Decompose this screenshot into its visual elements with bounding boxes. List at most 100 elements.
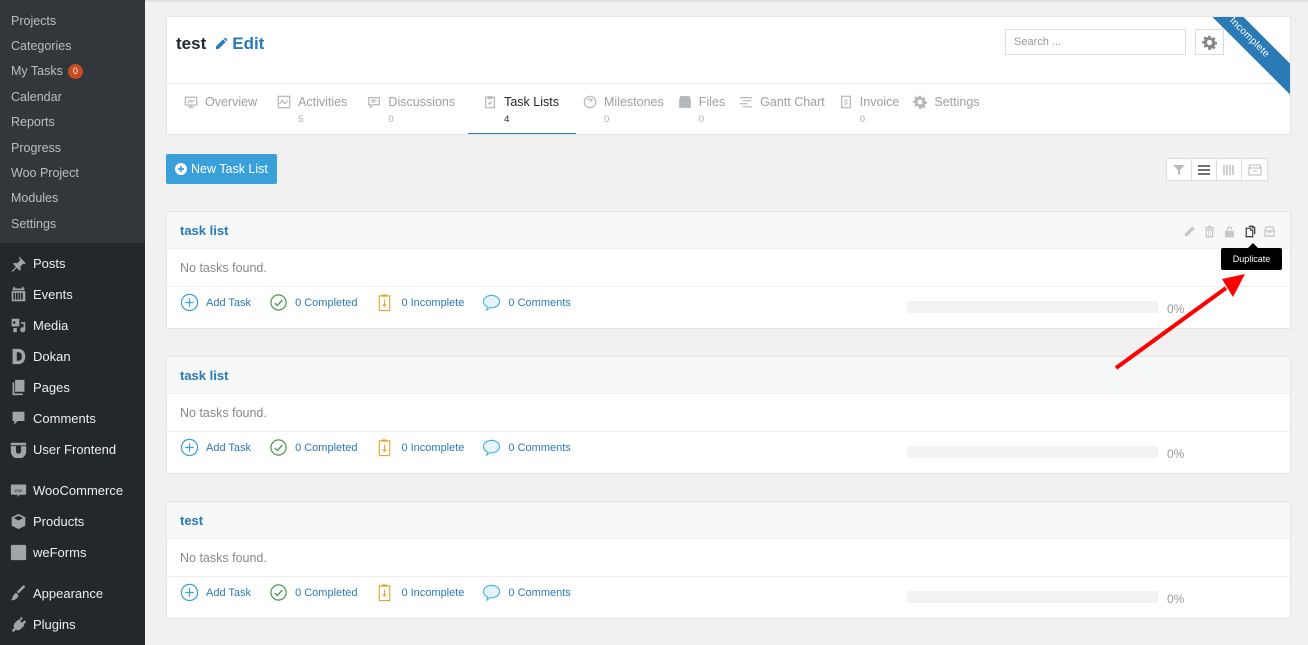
edit-project-link[interactable]: Edit [214, 34, 264, 54]
menu-item-comments[interactable]: Comments [0, 403, 145, 434]
edit-list-button[interactable] [1179, 223, 1199, 239]
tab-files[interactable]: Files 0 [671, 84, 732, 134]
submenu-label: Settings [11, 216, 57, 231]
menu-item-posts[interactable]: Posts [0, 248, 145, 279]
completed-link[interactable]: 0 Completed [269, 438, 357, 457]
clipboard-icon [379, 294, 391, 312]
menu-label: Comments [33, 410, 96, 426]
menu-item-woocommerce[interactable]: woo WooCommerce [0, 475, 145, 506]
submenu-label: Modules [11, 191, 59, 206]
menu-item-user-frontend[interactable]: User Frontend [0, 434, 145, 465]
project-header: test Edit Incomplete Overview Activities… [166, 16, 1291, 135]
menu-label: Events [33, 286, 73, 302]
menu-label: Posts [33, 255, 66, 271]
incomplete-link[interactable]: 0 Incomplete [375, 438, 464, 457]
task-list-title[interactable]: task list [180, 368, 228, 383]
comments-link[interactable]: 0 Comments [482, 438, 571, 457]
submenu-label: Woo Project [11, 166, 79, 181]
menu-label: WooCommerce [33, 482, 124, 498]
comments-link[interactable]: 0 Comments [482, 293, 571, 312]
incomplete-link[interactable]: 0 Incomplete [375, 583, 464, 602]
menu-item-media[interactable]: Media [0, 310, 145, 341]
task-list-header: test [167, 502, 1290, 539]
submenu-item-modules[interactable]: Modules [0, 186, 145, 211]
progress-bar [907, 591, 1158, 603]
weforms-icon [9, 543, 27, 561]
submenu-item-progress[interactable]: Progress [0, 135, 145, 160]
project-settings-button[interactable] [1195, 29, 1224, 55]
search-input[interactable] [1005, 29, 1186, 55]
filter-button[interactable] [1167, 159, 1192, 180]
menu-label: weForms [33, 544, 87, 560]
menu-item-pages[interactable]: Pages [0, 372, 145, 403]
list-view-button[interactable] [1192, 159, 1217, 180]
tab-label: Milestones [604, 95, 664, 109]
delete-list-button[interactable] [1199, 223, 1219, 239]
admin-bar-edge [145, 0, 1308, 2]
clipboard-icon [379, 439, 391, 457]
completed-link[interactable]: 0 Completed [269, 293, 357, 312]
progress-label: 0% [1167, 447, 1185, 461]
dokan-icon [9, 347, 27, 365]
comment-bubble-icon [483, 294, 501, 312]
submenu-item-woo-project[interactable]: Woo Project [0, 160, 145, 185]
submenu-label: My Tasks [11, 64, 63, 79]
tab-count: 4 [504, 114, 510, 125]
menu-item-plugins[interactable]: Plugins [0, 609, 145, 640]
menu-label: Appearance [33, 585, 104, 601]
completed-link[interactable]: 0 Completed [269, 583, 357, 602]
add-task-label: Add Task [206, 441, 252, 454]
kanban-view-button[interactable] [1217, 159, 1242, 180]
task-list-card: task list No tasks found. Add Task 0 Com… [166, 356, 1291, 474]
menu-item-events[interactable]: Events [0, 279, 145, 310]
comment-icon [9, 409, 27, 427]
tab-count: 0 [604, 114, 610, 125]
submenu-item-my-tasks[interactable]: My Tasks 0 [0, 59, 145, 84]
plus-circle-icon [175, 163, 187, 175]
submenu-item-settings[interactable]: Settings [0, 211, 145, 236]
tab-task-lists[interactable]: Task Lists 4 [468, 84, 576, 134]
tab-label: Gantt Chart [760, 95, 825, 109]
new-task-list-button[interactable]: New Task List [166, 154, 277, 184]
tab-activities[interactable]: Activities 5 [270, 84, 354, 134]
menu-item-weforms[interactable]: weForms [0, 537, 145, 568]
empty-state-text: No tasks found. [167, 394, 1290, 432]
tab-gantt-chart[interactable]: Gantt Chart [732, 84, 832, 134]
submenu-item-categories[interactable]: Categories [0, 33, 145, 58]
tab-settings[interactable]: Settings [906, 84, 986, 134]
menu-item-dokan[interactable]: Dokan [0, 341, 145, 372]
menu-label: User Frontend [33, 441, 117, 457]
task-list-footer: Add Task 0 Completed 0 Incomplete 0 Comm… [167, 287, 1290, 328]
duplicate-list-button[interactable] [1239, 223, 1259, 239]
submenu-item-projects[interactable]: Projects [0, 8, 145, 33]
submenu-item-calendar[interactable]: Calendar [0, 84, 145, 109]
lock-list-button[interactable] [1219, 223, 1239, 239]
svg-text:$: $ [844, 100, 848, 107]
trash-icon [1204, 225, 1214, 237]
archive-list-button[interactable] [1259, 223, 1279, 239]
incomplete-link[interactable]: 0 Incomplete [375, 293, 464, 312]
comments-link[interactable]: 0 Comments [482, 583, 571, 602]
tab-overview[interactable]: Overview [177, 84, 264, 134]
tab-invoice[interactable]: $ Invoice 0 [832, 84, 907, 134]
add-task-link[interactable]: Add Task [180, 583, 251, 602]
task-list-title[interactable]: task list [180, 223, 228, 238]
archive-view-button[interactable] [1242, 159, 1267, 180]
add-task-link[interactable]: Add Task [180, 293, 251, 312]
tab-count: 0 [859, 114, 866, 125]
task-list-title[interactable]: test [180, 513, 203, 528]
monitor-icon [184, 96, 198, 108]
menu-label: Dokan [33, 348, 71, 364]
completed-label: 0 Completed [295, 586, 358, 599]
plug-icon [9, 615, 27, 633]
menu-item-products[interactable]: Products [0, 506, 145, 537]
tab-discussions[interactable]: Discussions 0 [360, 84, 462, 134]
tab-label: Task Lists [504, 95, 559, 109]
duplicate-tooltip: Duplicate [1221, 243, 1282, 270]
tab-label: Settings [934, 95, 980, 109]
gantt-icon [740, 97, 753, 108]
menu-item-appearance[interactable]: Appearance [0, 578, 145, 609]
submenu-item-reports[interactable]: Reports [0, 110, 145, 135]
tab-milestones[interactable]: Milestones 0 [576, 84, 671, 134]
add-task-link[interactable]: Add Task [180, 438, 251, 457]
